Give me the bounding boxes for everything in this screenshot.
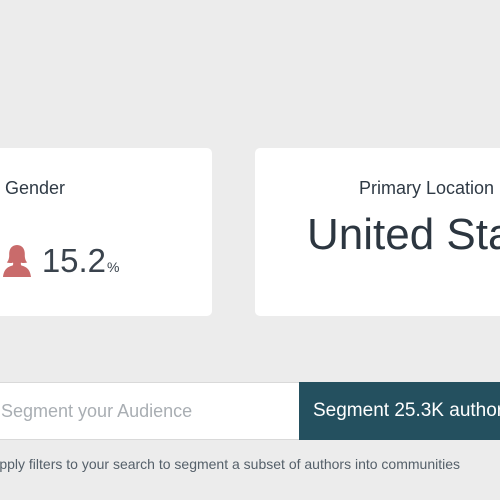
primary-location-value: United States — [307, 210, 500, 259]
audience-panel: Gender 5 % 15.2 % Primary Location Unite… — [0, 0, 500, 500]
gender-card: Gender 5 % 15.2 % — [0, 148, 212, 316]
primary-location-card: Primary Location United States — [255, 148, 500, 316]
segment-bar: Segment 25.3K authors — [0, 382, 500, 440]
female-percent-unit: % — [107, 259, 120, 275]
segment-hint-text: Apply filters to your search to segment … — [0, 456, 461, 472]
female-percentage: 15.2 — [41, 242, 107, 279]
female-person-icon — [1, 243, 33, 277]
gender-stats: 5 % 15.2 % — [0, 243, 120, 277]
gender-card-title: Gender — [5, 178, 66, 198]
segment-audience-input[interactable] — [0, 383, 299, 439]
primary-location-title: Primary Location — [359, 178, 495, 198]
segment-authors-button[interactable]: Segment 25.3K authors — [299, 382, 500, 440]
